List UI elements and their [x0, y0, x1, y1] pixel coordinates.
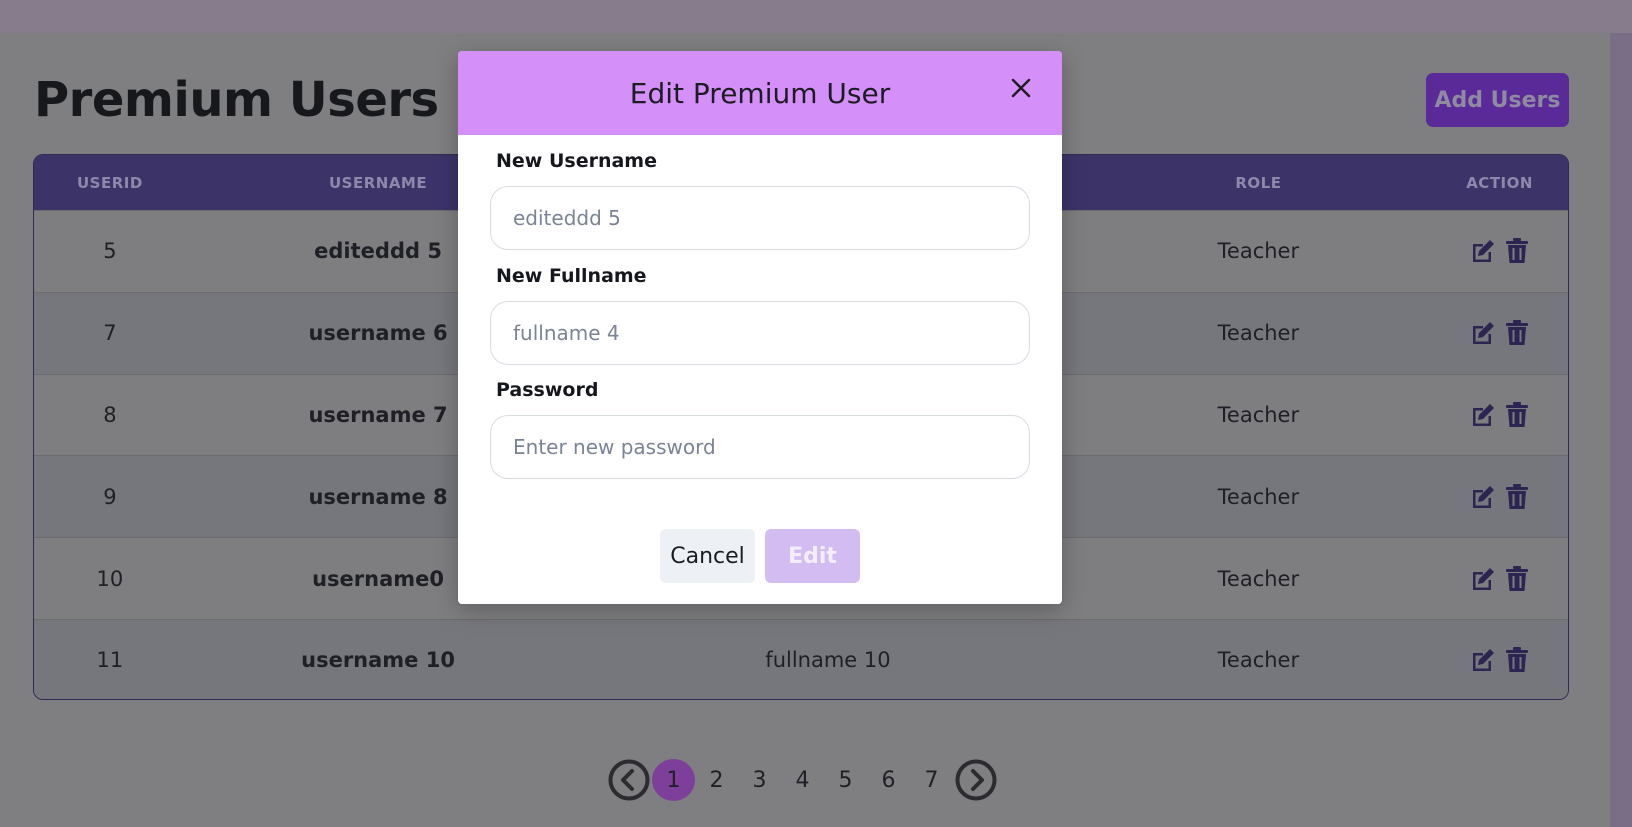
- cell-actions: [1431, 483, 1568, 511]
- cell-userid: 11: [96, 648, 124, 673]
- trash-icon[interactable]: [1503, 237, 1531, 265]
- username-input[interactable]: [490, 186, 1030, 250]
- cell-role: Teacher: [1217, 566, 1300, 591]
- trash-icon[interactable]: [1503, 646, 1531, 674]
- cell-role: Teacher: [1217, 402, 1300, 427]
- trash-icon[interactable]: [1503, 565, 1531, 593]
- password-label: Password: [496, 379, 599, 401]
- edit-icon[interactable]: [1469, 401, 1497, 429]
- cell-actions: [1431, 401, 1568, 429]
- page-7[interactable]: 7: [910, 759, 953, 801]
- table-row: 11 username 10 fullname 10 Teacher: [34, 618, 1568, 699]
- modal-header: Edit Premium User: [458, 51, 1062, 135]
- cell-userid: 9: [103, 484, 117, 509]
- edit-icon[interactable]: [1469, 483, 1497, 511]
- chevron-right-circle-icon[interactable]: [953, 757, 999, 803]
- cell-username: username 10: [301, 648, 455, 673]
- pagination: 1 2 3 4 5 6 7: [606, 757, 999, 803]
- edit-user-modal: Edit Premium User New Username New Fulln…: [458, 51, 1062, 604]
- cell-userid: 7: [103, 321, 117, 346]
- header-userid: USERID: [76, 173, 143, 192]
- fullname-label: New Fullname: [496, 265, 647, 287]
- page-2[interactable]: 2: [695, 759, 738, 801]
- username-label: New Username: [496, 150, 657, 172]
- header-role: ROLE: [1235, 173, 1282, 192]
- cell-role: Teacher: [1217, 648, 1300, 673]
- add-users-button[interactable]: Add Users: [1426, 73, 1569, 127]
- page-1[interactable]: 1: [652, 759, 695, 801]
- trash-icon[interactable]: [1503, 483, 1531, 511]
- cell-actions: [1431, 646, 1568, 674]
- cancel-button[interactable]: Cancel: [660, 529, 755, 583]
- cell-userid: 10: [96, 566, 124, 591]
- edit-button[interactable]: Edit: [765, 529, 860, 583]
- cell-userid: 8: [103, 402, 117, 427]
- edit-icon[interactable]: [1469, 565, 1497, 593]
- top-bar: [0, 0, 1632, 33]
- page-3[interactable]: 3: [738, 759, 781, 801]
- cell-actions: [1431, 237, 1568, 265]
- cell-role: Teacher: [1217, 239, 1300, 264]
- cell-role: Teacher: [1217, 321, 1300, 346]
- edit-icon[interactable]: [1469, 237, 1497, 265]
- page-title: Premium Users: [34, 72, 439, 128]
- fullname-input[interactable]: [490, 301, 1030, 365]
- cell-actions: [1431, 319, 1568, 347]
- header-action: ACTION: [1466, 173, 1533, 192]
- cell-userid: 5: [103, 239, 117, 264]
- page-5[interactable]: 5: [824, 759, 867, 801]
- edit-icon[interactable]: [1469, 319, 1497, 347]
- edit-icon[interactable]: [1469, 646, 1497, 674]
- password-input[interactable]: [490, 415, 1030, 479]
- trash-icon[interactable]: [1503, 319, 1531, 347]
- cell-role: Teacher: [1217, 484, 1300, 509]
- trash-icon[interactable]: [1503, 401, 1531, 429]
- cell-actions: [1431, 565, 1568, 593]
- modal-title: Edit Premium User: [629, 76, 891, 110]
- cell-fullname: fullname 10: [765, 648, 891, 673]
- close-icon[interactable]: [1006, 73, 1036, 103]
- chevron-left-circle-icon[interactable]: [606, 757, 652, 803]
- page-4[interactable]: 4: [781, 759, 824, 801]
- page-6[interactable]: 6: [867, 759, 910, 801]
